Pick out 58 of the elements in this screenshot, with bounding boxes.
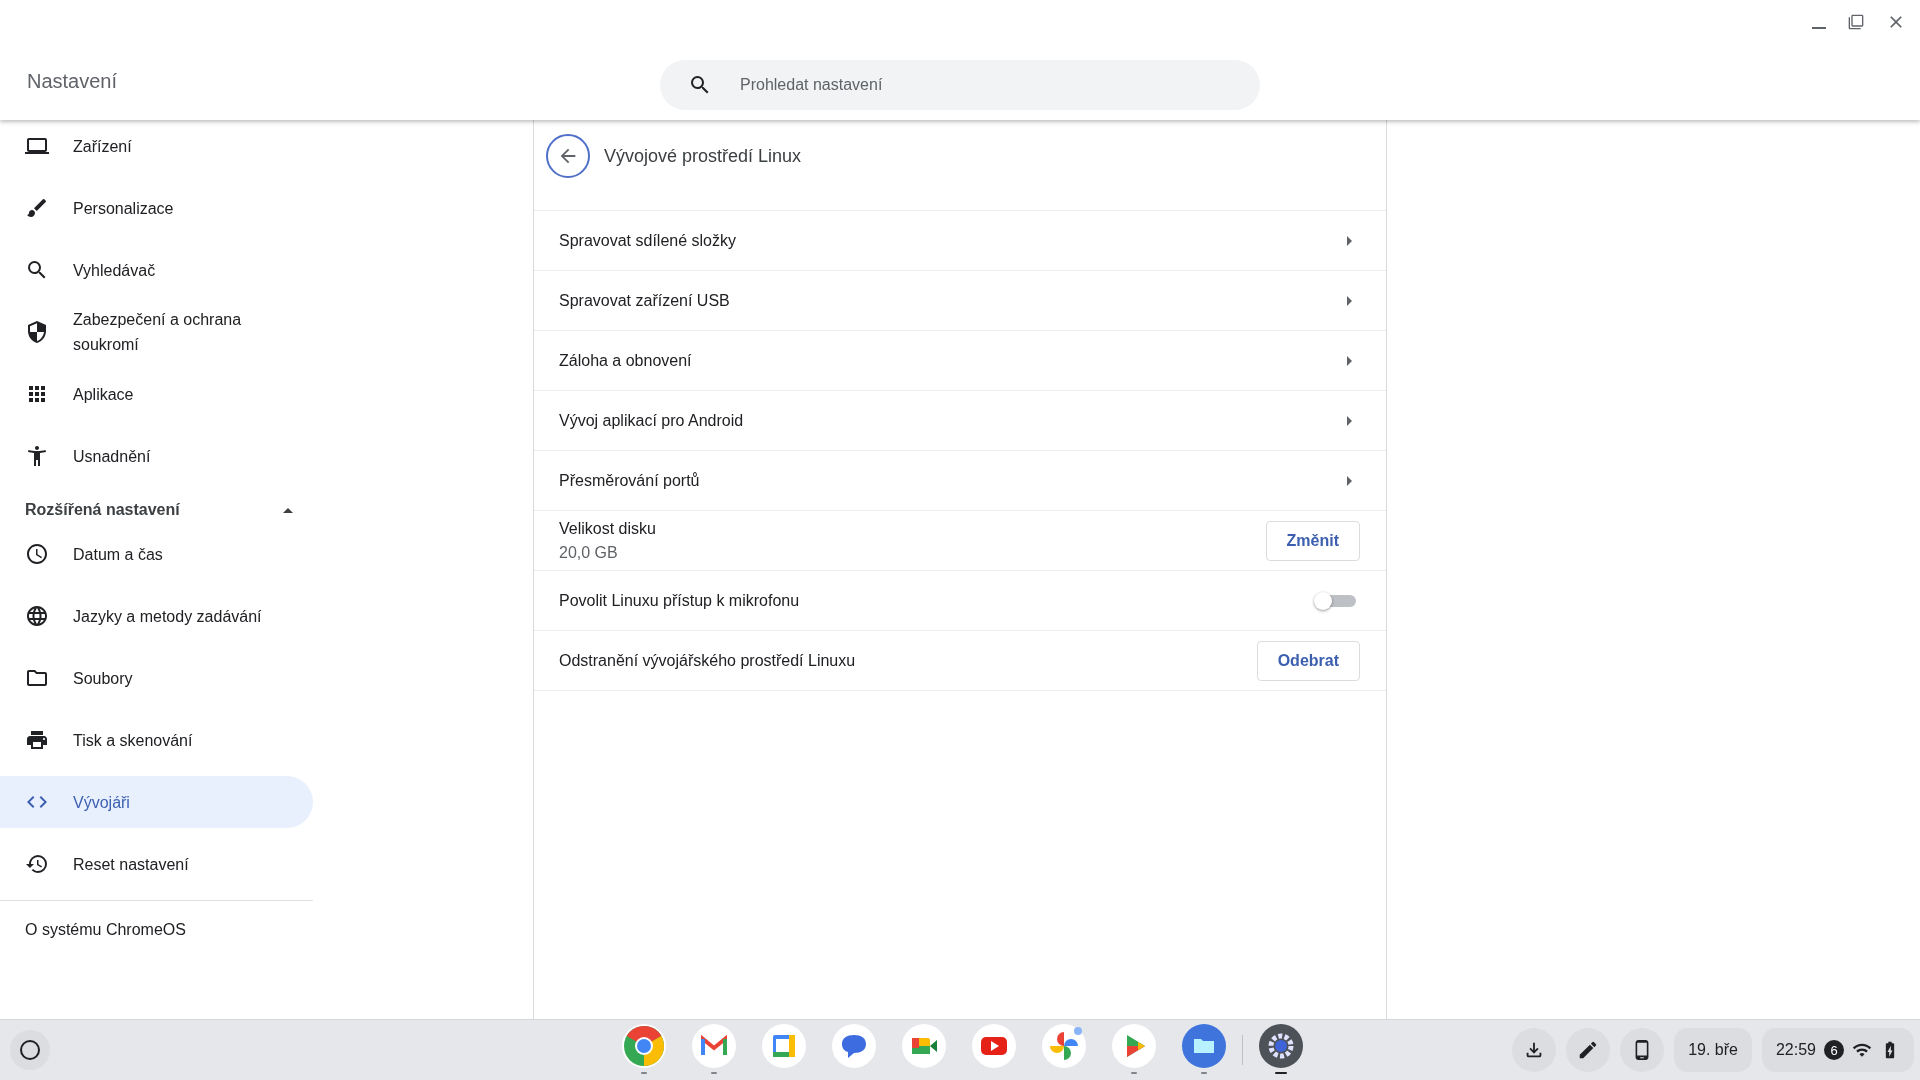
action-button[interactable]: Změnit (1265, 520, 1360, 561)
settings-row[interactable]: Spravovat sdílené složky (534, 211, 1386, 271)
sidebar-item[interactable]: Usnadnění (0, 430, 313, 482)
app-title: Nastavení (26, 69, 119, 93)
sidebar-item[interactable]: Jazyky a metody zadávání (0, 590, 313, 642)
date-button[interactable]: 19. bře (1674, 1028, 1752, 1072)
row-value: 20,0 GB (559, 543, 619, 562)
sidebar-item[interactable]: Vývojáři (0, 776, 313, 828)
minimize-icon (1812, 27, 1826, 29)
sidebar-item[interactable]: Reset nastavení (0, 838, 313, 890)
row-label: Odstranění vývojářského prostředí Linuxu (559, 651, 856, 670)
caret-icon (283, 507, 293, 513)
search-field[interactable]: Prohledat nastavení (660, 60, 1260, 110)
pen-icon[interactable] (1566, 1028, 1611, 1072)
sidebar-item[interactable]: Vyhledávač (0, 244, 313, 296)
sidebar-link[interactable]: O systému ChromeOS (0, 921, 313, 939)
row-label: Povolit Linuxu přístup k mikrofonu (559, 591, 800, 610)
action-button[interactable]: Odebrat (1256, 640, 1360, 681)
reset-icon (25, 852, 49, 876)
play-triangle-icon[interactable] (1111, 1024, 1156, 1076)
restore-button[interactable] (1846, 12, 1866, 32)
page-title: Vývojové prostředí Linux (604, 145, 802, 167)
section-header[interactable]: Rozšířená nastavení (0, 492, 313, 528)
accessibility-icon (25, 444, 49, 468)
caret-icon (1347, 295, 1352, 306)
restore-icon (1848, 14, 1864, 30)
sidebar-item[interactable]: Personalizace (0, 182, 313, 234)
shield-icon (25, 320, 49, 344)
globe-icon (25, 604, 49, 628)
sidebar-item[interactable]: Tisk a skenování (0, 714, 313, 766)
clock-icon (25, 542, 49, 566)
sidebar-item[interactable]: Soubory (0, 652, 313, 704)
download-icon[interactable] (1512, 1028, 1557, 1072)
phone-icon[interactable] (1620, 1028, 1665, 1072)
caret-icon (1347, 235, 1352, 246)
caret-icon (1347, 475, 1352, 486)
settings-row[interactable]: Přesměrování portů (534, 451, 1386, 511)
sidebar-item[interactable]: Datum a čas (0, 528, 313, 580)
gear-icon[interactable] (1258, 1024, 1303, 1076)
chrome-icon[interactable] (621, 1024, 666, 1076)
settings-row[interactable]: Spravovat zařízení USB (534, 271, 1386, 331)
back-button[interactable] (546, 134, 590, 178)
row-label: Velikost disku (559, 519, 656, 538)
brush-icon (25, 196, 49, 220)
sidebar-item[interactable]: Zařízení (0, 120, 313, 172)
sidebar-item[interactable]: Zabezpečení a ochrana soukromí (0, 306, 313, 358)
sidebar-item[interactable]: Aplikace (0, 368, 313, 420)
settings-row[interactable]: Vývoj aplikací pro Android (534, 391, 1386, 451)
settings-row[interactable]: Záloha a obnovení (534, 331, 1386, 391)
launcher-button[interactable] (10, 1030, 50, 1070)
clock-time: 22:59 (1775, 1041, 1816, 1059)
caret-icon (1347, 415, 1352, 426)
notification-count: 6 (1824, 1040, 1844, 1060)
caret-icon (1347, 355, 1352, 366)
folder-icon[interactable] (1181, 1024, 1226, 1076)
mail-icon[interactable] (691, 1024, 736, 1076)
printer-icon (25, 728, 49, 752)
status-area[interactable]: 22:59 6 (1761, 1028, 1914, 1072)
